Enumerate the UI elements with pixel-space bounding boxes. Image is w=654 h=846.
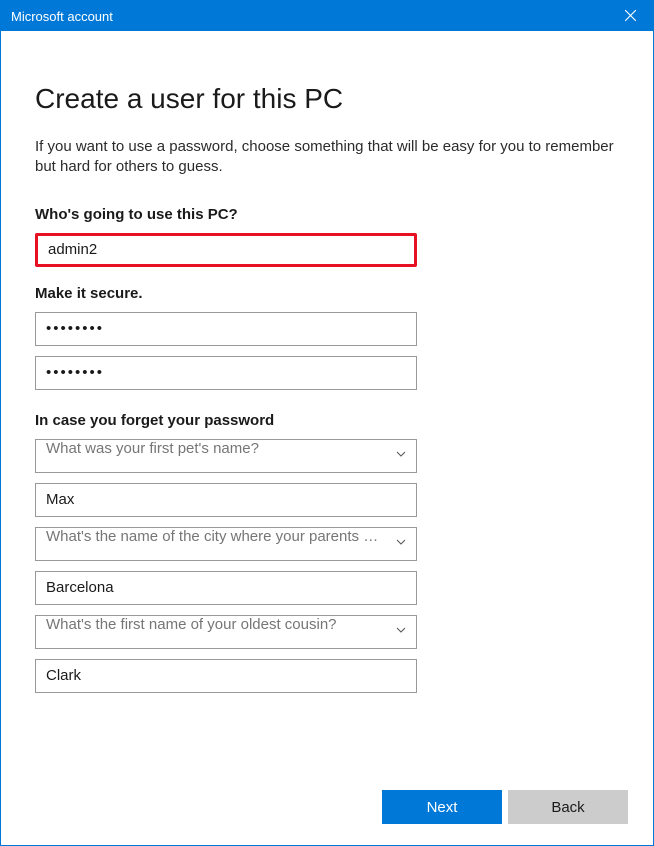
security-answer-1-wrap (35, 483, 417, 517)
username-input[interactable] (38, 236, 414, 264)
content-area: Create a user for this PC If you want to… (1, 31, 653, 693)
username-label: Who's going to use this PC? (35, 206, 619, 223)
security-question-3-wrap: What's the first name of your oldest cou… (35, 615, 417, 649)
password-input[interactable] (35, 312, 417, 346)
security-answer-2-wrap (35, 571, 417, 605)
titlebar: Microsoft account (1, 1, 653, 31)
security-question-2-select[interactable]: What's the name of the city where your p… (35, 527, 417, 561)
security-answer-3-wrap (35, 659, 417, 693)
close-icon (625, 9, 636, 24)
window-title: Microsoft account (11, 9, 113, 24)
footer-buttons: Next Back (382, 790, 628, 824)
confirm-password-field-wrap (35, 356, 417, 390)
confirm-password-input[interactable] (35, 356, 417, 390)
security-questions-label: In case you forget your password (35, 412, 619, 429)
back-button[interactable]: Back (508, 790, 628, 824)
security-answer-2-input[interactable] (35, 571, 417, 605)
security-question-1-select[interactable]: What was your first pet's name? (35, 439, 417, 473)
password-label: Make it secure. (35, 285, 619, 302)
security-question-2-wrap: What's the name of the city where your p… (35, 527, 417, 561)
password-field-wrap (35, 312, 417, 346)
security-answer-1-input[interactable] (35, 483, 417, 517)
page-description: If you want to use a password, choose so… (35, 137, 619, 178)
next-button[interactable]: Next (382, 790, 502, 824)
close-button[interactable] (607, 1, 653, 31)
security-question-1-wrap: What was your first pet's name? (35, 439, 417, 473)
page-title: Create a user for this PC (35, 83, 619, 115)
username-field-wrap (35, 233, 417, 267)
security-answer-3-input[interactable] (35, 659, 417, 693)
security-question-3-select[interactable]: What's the first name of your oldest cou… (35, 615, 417, 649)
